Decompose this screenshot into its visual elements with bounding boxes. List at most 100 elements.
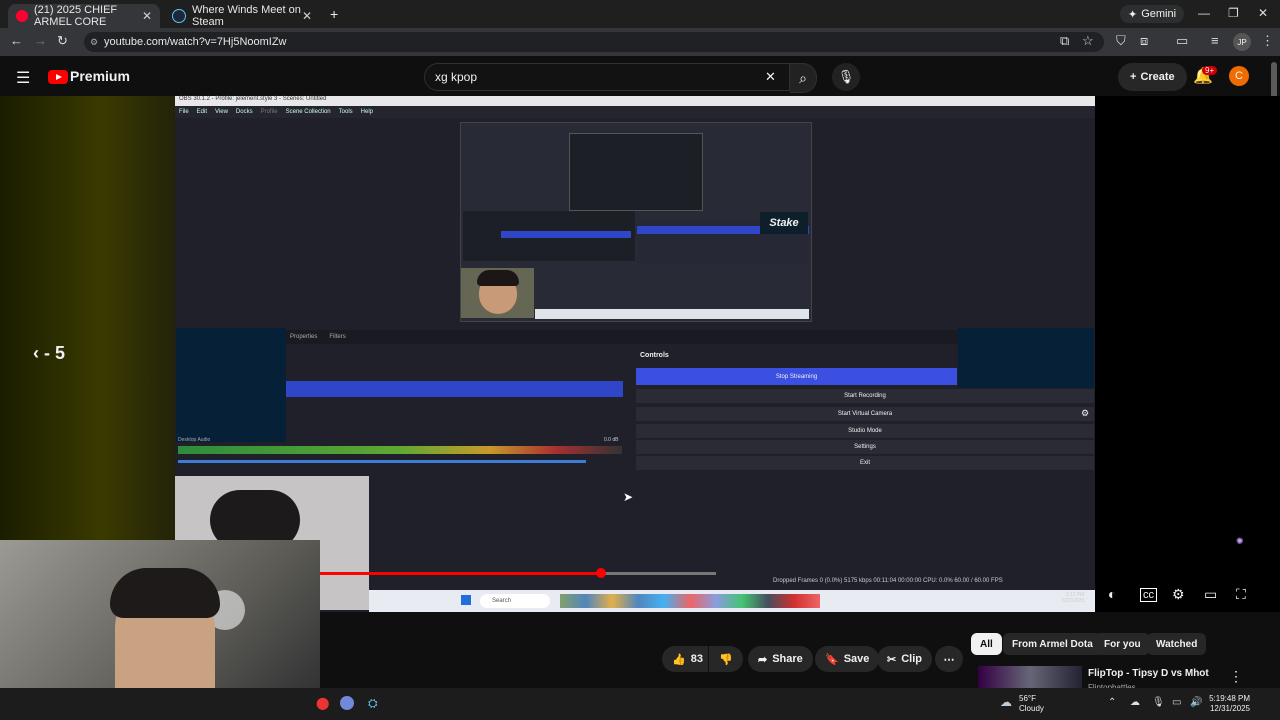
- autoplay-toggle-icon[interactable]: ◐: [1108, 586, 1116, 602]
- theater-mode-icon[interactable]: ▭: [1204, 586, 1217, 603]
- reload-icon[interactable]: ↻: [57, 33, 68, 49]
- streamer-hair: [110, 568, 220, 618]
- search-button[interactable]: ⌕: [790, 63, 817, 93]
- tray-overflow-icon[interactable]: ⌃: [1108, 697, 1116, 708]
- url-text: youtube.com/watch?v=7Hj5NoomIZw: [104, 36, 287, 48]
- steam-icon[interactable]: ⛭: [368, 696, 378, 711]
- clear-search-icon[interactable]: ✕: [765, 69, 776, 85]
- recommendation-menu-icon[interactable]: ⋮: [1229, 668, 1243, 685]
- mixer-db: 0.0 dB: [604, 437, 619, 443]
- chip-for-you[interactable]: For you: [1095, 633, 1150, 655]
- stream-logo-icon: ✺: [1236, 536, 1244, 546]
- youtube-premium-logo[interactable]: Premium: [70, 68, 130, 84]
- new-tab-button[interactable]: +: [330, 6, 338, 22]
- thumbs-up-icon: 👍: [672, 653, 686, 666]
- save-button[interactable]: 🔖 Save: [815, 646, 880, 672]
- system-date: 12/31/2025: [1209, 704, 1250, 713]
- browser-tab-steam[interactable]: Where Winds Meet on Steam ✕: [164, 4, 320, 28]
- forward-icon[interactable]: →: [34, 33, 47, 48]
- like-button[interactable]: 👍 83: [662, 646, 708, 672]
- chevron-left-icon: ‹: [33, 343, 44, 363]
- fullscreen-icon[interactable]: ⛶: [1236, 586, 1246, 603]
- tab-title: Where Winds Meet on Steam: [192, 4, 301, 28]
- notification-badge: 9+: [1202, 66, 1218, 75]
- clip-label: Clip: [901, 653, 922, 665]
- thumbs-down-icon: 👎: [719, 653, 733, 666]
- gemini-button[interactable]: ✦ Gemini: [1120, 5, 1185, 23]
- obs-status-bar: Dropped Frames 0 (0.0%) 5175 kbps 00:11:…: [773, 578, 1003, 584]
- extensions-icon[interactable]: ⧈: [1140, 33, 1148, 49]
- install-app-icon[interactable]: ⧉: [1060, 33, 1069, 49]
- hamburger-menu-icon[interactable]: ☰: [16, 68, 30, 88]
- back-icon[interactable]: ←: [10, 33, 23, 48]
- search-icon: ⌕: [799, 69, 807, 86]
- shield-icon[interactable]: ⛉: [1116, 33, 1126, 49]
- close-window-button[interactable]: ✕: [1258, 6, 1268, 20]
- share-button[interactable]: ➦ Share: [748, 646, 813, 672]
- obs-menu-item: Tools: [338, 109, 353, 115]
- save-label: Save: [843, 653, 870, 665]
- account-avatar[interactable]: C: [1229, 66, 1249, 86]
- close-tab-icon[interactable]: ✕: [142, 9, 152, 23]
- captions-icon[interactable]: cc: [1140, 588, 1157, 602]
- properties-tab: Properties: [290, 334, 318, 340]
- nested-clock: 3:12 PM 6/22/2025: [1062, 592, 1084, 604]
- profile-avatar[interactable]: JP: [1233, 33, 1251, 51]
- audio-meter: [178, 446, 622, 454]
- start-recording-button: Start Recording: [636, 389, 1094, 403]
- stop-streaming-button: Stop Streaming: [636, 368, 957, 385]
- restore-button[interactable]: ❐: [1228, 6, 1239, 20]
- settings-gear-icon[interactable]: ⚙: [1172, 586, 1185, 603]
- obs-dock-right: [958, 328, 1094, 388]
- obs-selected-scene: [286, 381, 623, 397]
- system-clock[interactable]: 5:19:48 PM 12/31/2025: [1206, 694, 1250, 714]
- like-count: 83: [690, 653, 703, 665]
- obs-controls-title: Controls: [640, 352, 669, 359]
- close-tab-icon[interactable]: ✕: [302, 9, 312, 23]
- mic-tray-icon[interactable]: 🎙: [1152, 697, 1165, 708]
- reading-list-icon[interactable]: ≡: [1211, 33, 1219, 48]
- browser-tab-youtube[interactable]: (21) 2025 CHIEF ARMEL CORE ✕: [8, 4, 160, 28]
- dislike-button[interactable]: 👎: [709, 646, 743, 672]
- bookmark-star-icon[interactable]: ☆: [1082, 33, 1094, 49]
- tab-title: (21) 2025 CHIEF ARMEL CORE: [34, 4, 118, 28]
- obs-menu-item: View: [215, 109, 228, 115]
- chip-all[interactable]: All: [971, 633, 1002, 655]
- cast-icon[interactable]: ▭: [1176, 33, 1188, 49]
- youtube-logo-icon[interactable]: [48, 70, 68, 84]
- create-button[interactable]: + Create: [1118, 63, 1187, 91]
- scissors-icon: ✂: [887, 653, 897, 666]
- obs-title-bar: OBS 30.1.2 - Profile: jelement.style 3 -…: [175, 96, 1095, 106]
- onedrive-icon[interactable]: ☁: [1130, 697, 1140, 708]
- discord-icon[interactable]: [340, 696, 354, 710]
- network-icon[interactable]: ▭: [1172, 697, 1181, 708]
- volume-icon[interactable]: 🔊: [1190, 697, 1202, 708]
- voice-search-button[interactable]: 🎙: [832, 63, 860, 91]
- obs-menu-item: File: [179, 109, 189, 115]
- nested-search-text: Search: [492, 598, 512, 604]
- chip-from-armel-dota[interactable]: From Armel Dota: [1003, 633, 1102, 655]
- cloud-icon: ☁: [1000, 695, 1012, 709]
- clip-button[interactable]: ✂ Clip: [877, 646, 932, 672]
- nested-webcam: [461, 268, 534, 318]
- minimize-button[interactable]: —: [1198, 6, 1210, 20]
- gemini-label: Gemini: [1141, 8, 1177, 20]
- search-input[interactable]: xg kpop ✕: [424, 63, 790, 91]
- taskbar-app-icon[interactable]: ⬤: [316, 696, 329, 710]
- windows-taskbar: [0, 688, 1280, 720]
- weather-widget[interactable]: 56°F Cloudy: [1019, 694, 1044, 714]
- seek-back-indicator: ‹ - 5: [33, 343, 65, 364]
- chip-watched[interactable]: Watched: [1147, 633, 1207, 655]
- stake-logo: Stake: [760, 212, 808, 234]
- gear-icon: ⚙: [1081, 408, 1090, 418]
- more-actions-button[interactable]: ⋯: [935, 646, 963, 672]
- nested-search-box: Search: [480, 594, 550, 608]
- seek-label: - 5: [44, 343, 66, 363]
- recommendation-title[interactable]: FlipTop - Tipsy D vs Mhot: [1088, 668, 1209, 679]
- site-info-icon[interactable]: ⚙: [90, 37, 98, 48]
- url-field[interactable]: ⚙ youtube.com/watch?v=7Hj5NoomIZw: [84, 32, 1104, 52]
- browser-menu-icon[interactable]: ⋮: [1261, 33, 1274, 49]
- nested-clock-date: 6/22/2025: [1062, 598, 1085, 604]
- plus-icon: +: [1130, 71, 1137, 83]
- microphone-icon: 🎙: [837, 69, 855, 84]
